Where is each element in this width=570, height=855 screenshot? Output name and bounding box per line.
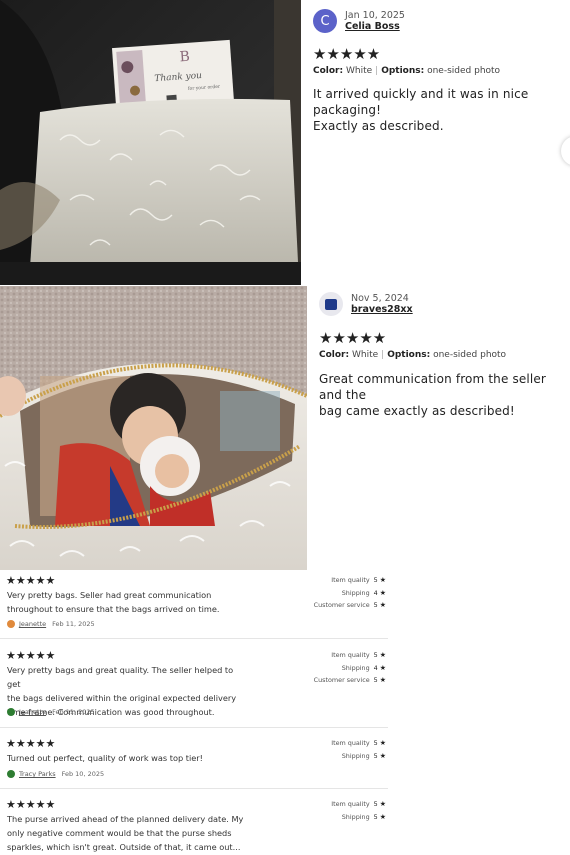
divider: [0, 638, 388, 639]
review-list-item: ★★★★★ Very pretty bags. Seller had great…: [0, 574, 390, 638]
review-date: Jan 10, 2025: [345, 10, 405, 21]
avatar-image: [325, 298, 337, 310]
review-text-line: Exactly as described.: [313, 119, 444, 133]
avatar-initial: C: [320, 13, 330, 29]
reviewer-name[interactable]: braves28xx: [351, 304, 413, 315]
rating-customer-service: Customer service 5 ★: [313, 676, 386, 684]
review-text: It arrived quickly and it was in nice pa…: [313, 86, 563, 134]
star-icon: ★: [379, 800, 386, 808]
review-text: Turned out perfect, quality of work was …: [7, 751, 247, 765]
variation-info: Color: White | Options: one-sided photo: [319, 350, 507, 360]
reviewer-name[interactable]: Celia Boss: [345, 21, 400, 32]
star-icon: ★: [379, 589, 386, 597]
star-rating: ★★★★★: [6, 798, 56, 811]
star-rating: ★★★★★: [6, 737, 56, 750]
rating-customer-service: Customer service 5 ★: [313, 601, 386, 609]
svg-text:B: B: [179, 49, 190, 66]
color-label: Color:: [313, 66, 344, 76]
reviewer-name[interactable]: Jeanette: [19, 708, 46, 716]
star-icon: ★: [379, 676, 386, 684]
review-text-line: Very pretty bags and great quality. The …: [7, 665, 234, 689]
review-text-line: Turned out perfect, quality of work was …: [7, 753, 203, 763]
rating-item-quality: Item quality 5 ★: [331, 800, 386, 808]
color-value: White: [345, 66, 373, 76]
avatar: [7, 708, 15, 716]
star-rating: ★★★★★: [313, 45, 381, 63]
review-text-line: Great communication from the seller and …: [319, 372, 546, 402]
star-rating: ★★★★★: [6, 574, 56, 587]
review-text-line: the bags delivered within the original e…: [7, 693, 237, 703]
review-date: Feb 10, 2025: [61, 770, 105, 778]
review-photo-2[interactable]: [0, 286, 307, 570]
variation-info: Color: White | Options: one-sided photo: [313, 66, 501, 76]
options-value: one-sided photo: [427, 66, 501, 76]
review-text-line: only negative comment would be that the …: [7, 828, 232, 838]
star-icon: ★: [379, 813, 386, 821]
review-date: Nov 5, 2024: [351, 293, 409, 304]
review-list-item: ★★★★★ Very pretty bags and great quality…: [0, 649, 390, 727]
rating-item-quality: Item quality 5 ★: [331, 576, 386, 584]
rating-item-quality: Item quality 5 ★: [331, 739, 386, 747]
avatar: [7, 770, 15, 778]
rating-shipping: Shipping 5 ★: [341, 752, 386, 760]
reviewer-name[interactable]: Jeanette: [19, 620, 46, 628]
review-date: Feb 11, 2025: [52, 620, 95, 628]
review-text-line: It arrived quickly and it was in nice pa…: [313, 87, 529, 117]
review-text: Great communication from the seller and …: [319, 371, 569, 419]
review-photo-1[interactable]: B Thank you for your order: [0, 0, 301, 285]
options-label: Options:: [387, 350, 431, 360]
rating-shipping: Shipping 4 ★: [341, 664, 386, 672]
avatar[interactable]: [319, 292, 343, 316]
star-rating: ★★★★★: [319, 329, 387, 347]
review-date: Feb 11, 2025: [52, 708, 95, 716]
star-icon: ★: [379, 651, 386, 659]
rating-item-quality: Item quality 5 ★: [331, 651, 386, 659]
review-list-item: ★★★★★ The purse arrived ahead of the pla…: [0, 798, 390, 855]
divider: [0, 727, 388, 728]
rating-shipping: Shipping 4 ★: [341, 589, 386, 597]
review-author: Tracy Parks Feb 10, 2025: [7, 770, 104, 778]
review-text: Very pretty bags. Seller had great commu…: [7, 588, 247, 616]
review-list-item: ★★★★★ Turned out perfect, quality of wor…: [0, 737, 390, 787]
rating-shipping: Shipping 5 ★: [341, 813, 386, 821]
star-icon: ★: [379, 752, 386, 760]
review-text-line: Very pretty bags. Seller had great commu…: [7, 590, 212, 600]
star-icon: ★: [379, 739, 386, 747]
star-icon: ★: [379, 664, 386, 672]
avatar: [7, 620, 15, 628]
divider: [0, 788, 388, 789]
reviewer-name[interactable]: Tracy Parks: [19, 770, 56, 778]
review-text: The purse arrived ahead of the planned d…: [7, 812, 247, 854]
carousel-next-button[interactable]: [561, 136, 570, 166]
avatar[interactable]: C: [313, 9, 337, 33]
review-text-line: throughout to ensure that the bags arriv…: [7, 604, 220, 614]
review-text-line: bag came exactly as described!: [319, 404, 515, 418]
color-value: White: [351, 350, 379, 360]
options-value: one-sided photo: [433, 350, 507, 360]
star-icon: ★: [379, 576, 386, 584]
options-label: Options:: [381, 66, 425, 76]
review-author: Jeanette Feb 11, 2025: [7, 708, 95, 716]
color-label: Color:: [319, 350, 350, 360]
review-text-line: The purse arrived ahead of the planned d…: [7, 814, 244, 824]
review-author: Jeanette Feb 11, 2025: [7, 620, 95, 628]
star-rating: ★★★★★: [6, 649, 56, 662]
star-icon: ★: [379, 601, 386, 609]
review-text-line: sparkles, which isn't great. Outside of …: [7, 842, 241, 852]
